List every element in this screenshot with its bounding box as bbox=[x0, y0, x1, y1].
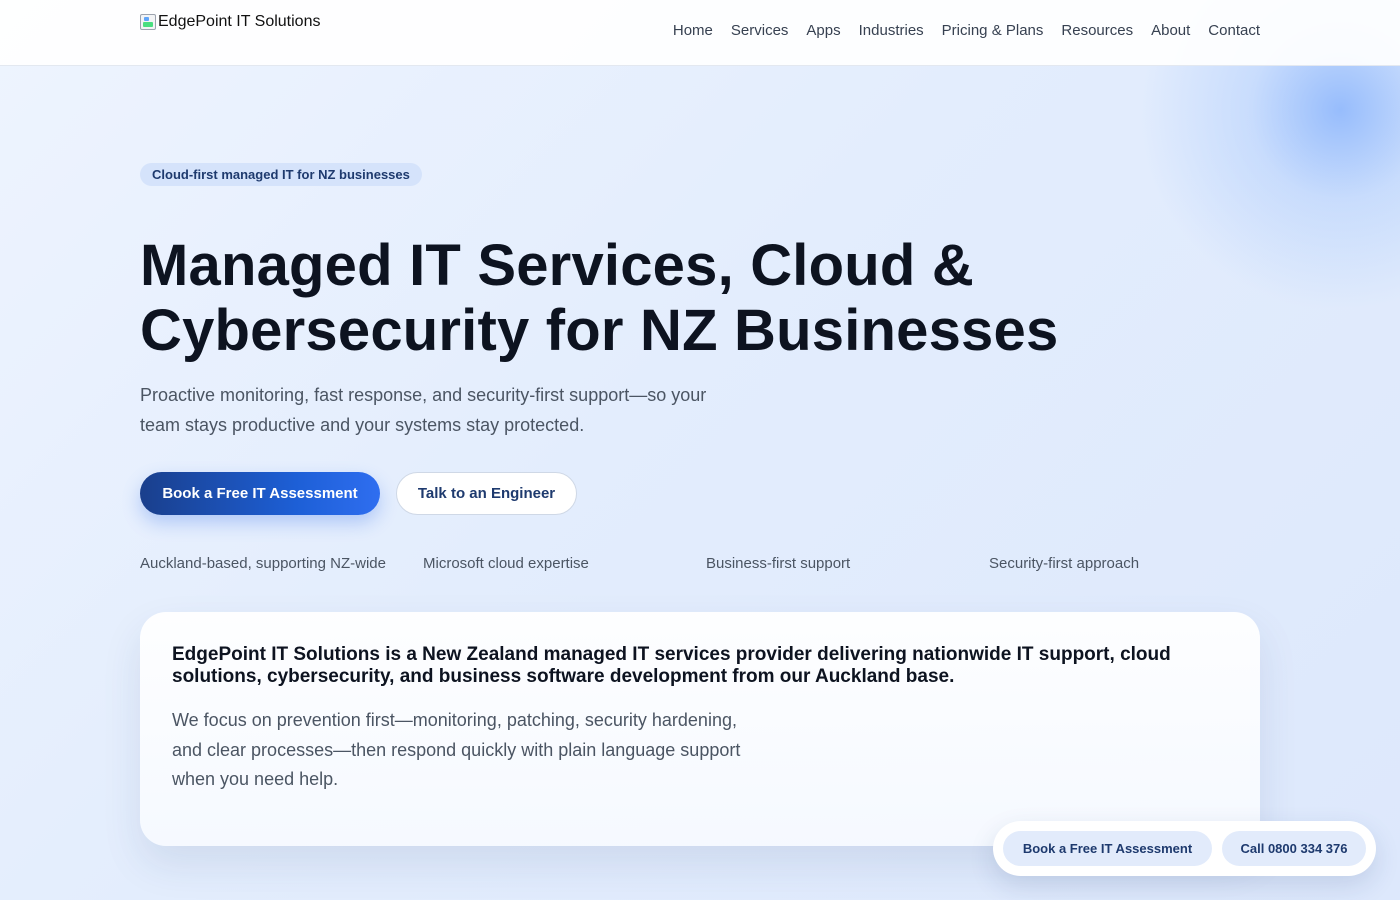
floating-cta-bar: Book a Free IT Assessment Call 0800 334 … bbox=[993, 821, 1376, 876]
feature-item-microsoft: Microsoft cloud expertise bbox=[423, 555, 589, 572]
nav-home[interactable]: Home bbox=[673, 21, 713, 41]
talk-to-engineer-button[interactable]: Talk to an Engineer bbox=[396, 472, 577, 515]
logo[interactable]: EdgePoint IT Solutions bbox=[140, 13, 320, 31]
nav-about[interactable]: About bbox=[1151, 21, 1190, 41]
floating-book-assessment-button[interactable]: Book a Free IT Assessment bbox=[1003, 831, 1212, 866]
floating-call-button[interactable]: Call 0800 334 376 bbox=[1222, 831, 1366, 866]
hero-badge: Cloud-first managed IT for NZ businesses bbox=[140, 163, 422, 186]
nav-apps[interactable]: Apps bbox=[806, 21, 840, 41]
nav-pricing-plans[interactable]: Pricing & Plans bbox=[942, 21, 1044, 41]
nav-resources[interactable]: Resources bbox=[1061, 21, 1133, 41]
nav-contact[interactable]: Contact bbox=[1208, 21, 1260, 41]
hero-subtitle: Proactive monitoring, fast response, and… bbox=[140, 385, 707, 435]
broken-image-icon bbox=[140, 14, 156, 30]
feature-item-security: Security-first approach bbox=[989, 555, 1140, 572]
intro-card: EdgePoint IT Solutions is a New Zealand … bbox=[140, 612, 1260, 846]
book-assessment-button[interactable]: Book a Free IT Assessment bbox=[140, 472, 380, 515]
nav-industries[interactable]: Industries bbox=[859, 21, 924, 41]
feature-item-location: Auckland-based, supporting NZ-wide bbox=[140, 555, 386, 572]
main-nav: Home Services Apps Industries Pricing & … bbox=[673, 21, 1260, 41]
feature-item-business-support: Business-first support bbox=[706, 555, 851, 572]
intro-card-body: We focus on prevention first—monitoring,… bbox=[172, 710, 741, 790]
intro-card-title: EdgePoint IT Solutions is a New Zealand … bbox=[172, 644, 1171, 687]
feature-list: Auckland-based, supporting NZ-wide Micro… bbox=[140, 555, 1260, 575]
hero-title-line-1: Managed IT Services, Cloud & bbox=[140, 233, 974, 298]
logo-text: EdgePoint IT Solutions bbox=[158, 13, 321, 30]
nav-services[interactable]: Services bbox=[731, 21, 789, 41]
hero-title-line-2: Cybersecurity for NZ Businesses bbox=[140, 298, 1059, 363]
hero-title: Managed IT Services, Cloud & Cybersecuri… bbox=[140, 233, 1140, 363]
site-header: EdgePoint IT Solutions Home Services App… bbox=[0, 0, 1400, 66]
